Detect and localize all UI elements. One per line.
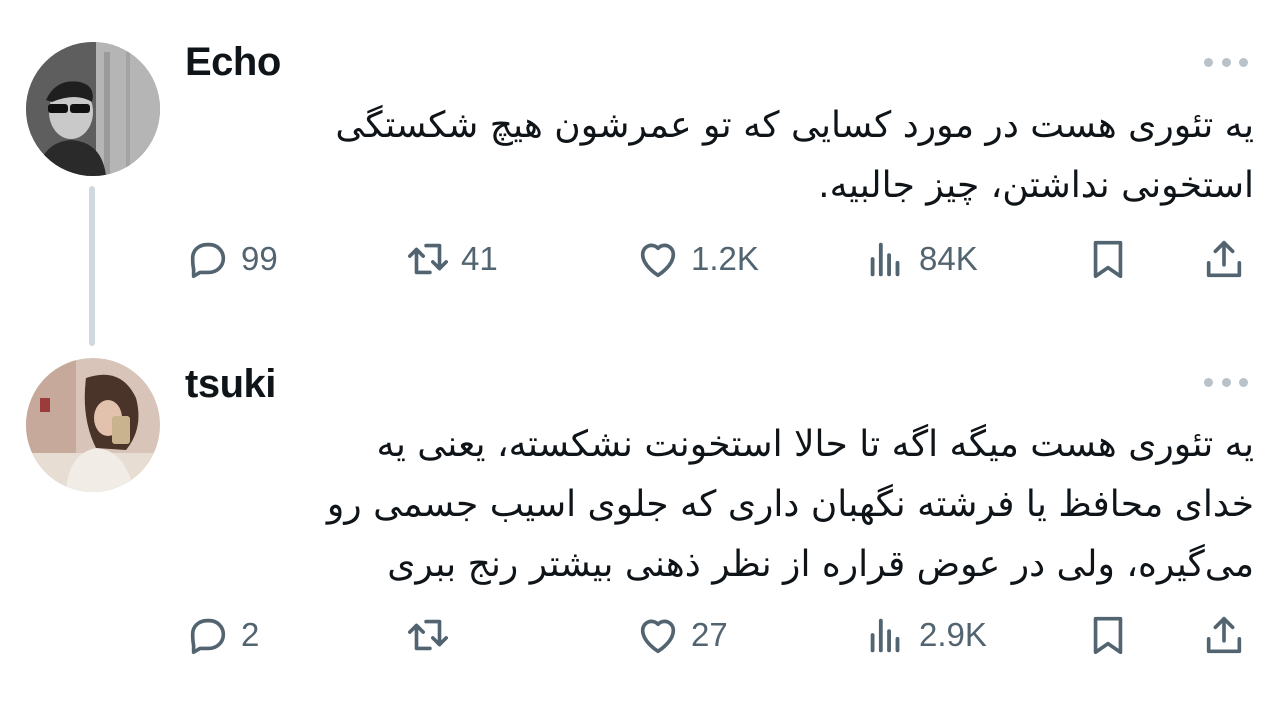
reply-icon xyxy=(190,242,226,279)
action-bar: 2 27 2.9K xyxy=(185,610,1255,660)
action-bar: 99 41 1.2K 84K xyxy=(185,234,1255,284)
avatar-tsuki-image xyxy=(26,358,160,492)
views-button[interactable]: 2.9K xyxy=(863,610,987,660)
heart-icon xyxy=(640,243,676,278)
tweet-text-line: یه تئوری هست میگه اگه تا حالا استخونت نش… xyxy=(376,424,1254,465)
bookmark-icon xyxy=(1093,616,1123,655)
retweet-button[interactable]: 41 xyxy=(405,234,498,284)
views-icon xyxy=(870,242,900,277)
reply-count: 99 xyxy=(241,240,278,277)
tweet-echo: Echo یه تئوری هست در مورد کسایی که تو عم… xyxy=(0,0,1280,346)
like-count: 1.2K xyxy=(691,240,759,277)
reply-icon xyxy=(190,618,226,655)
bookmark-button[interactable] xyxy=(1085,610,1131,660)
like-count: 27 xyxy=(691,616,728,653)
avatar-echo[interactable] xyxy=(26,42,160,176)
views-button[interactable]: 84K xyxy=(863,234,978,284)
tweet-text-line: می‌گیره، ولی در عوض قراره از نظر ذهنی بی… xyxy=(387,544,1254,585)
tweet-text: یه تئوری هست در مورد کسایی که تو عمرشون … xyxy=(214,96,1254,216)
reply-count: 2 xyxy=(241,616,260,653)
share-button[interactable] xyxy=(1201,610,1247,660)
retweet-icon xyxy=(407,619,449,651)
avatar-echo-image xyxy=(26,42,160,176)
tweet-text: یه تئوری هست میگه اگه تا حالا استخونت نش… xyxy=(234,415,1254,595)
share-icon xyxy=(1206,616,1242,654)
tweet-text-line: یه تئوری هست در مورد کسایی که تو عمرشون … xyxy=(335,105,1254,146)
tweet-text-line: خدای محافظ یا فرشته نگهبان داری که جلوی … xyxy=(326,484,1254,525)
views-count: 84K xyxy=(919,240,978,277)
share-button[interactable] xyxy=(1201,234,1247,284)
bookmark-button[interactable] xyxy=(1085,234,1131,284)
share-icon xyxy=(1206,240,1242,278)
username[interactable]: tsuki xyxy=(185,362,276,407)
views-icon xyxy=(870,618,900,653)
retweet-icon xyxy=(407,243,449,275)
reply-button[interactable]: 2 xyxy=(185,610,259,660)
tweet-tsuki: tsuki یه تئوری هست میگه اگه تا حالا استخ… xyxy=(0,340,1280,713)
reply-button[interactable]: 99 xyxy=(185,234,278,284)
bookmark-icon xyxy=(1093,240,1123,279)
thread-line xyxy=(89,186,95,346)
retweet-button[interactable] xyxy=(405,610,461,660)
views-count: 2.9K xyxy=(919,616,987,653)
avatar-tsuki[interactable] xyxy=(26,358,160,492)
username[interactable]: Echo xyxy=(185,40,281,85)
retweet-count: 41 xyxy=(461,240,498,277)
more-icon[interactable] xyxy=(1204,372,1248,392)
like-button[interactable]: 1.2K xyxy=(635,234,759,284)
more-icon[interactable] xyxy=(1204,52,1248,72)
heart-icon xyxy=(640,619,676,654)
tweet-text-line: استخونی نداشتن، چیز جالبیه. xyxy=(818,165,1254,206)
like-button[interactable]: 27 xyxy=(635,610,728,660)
